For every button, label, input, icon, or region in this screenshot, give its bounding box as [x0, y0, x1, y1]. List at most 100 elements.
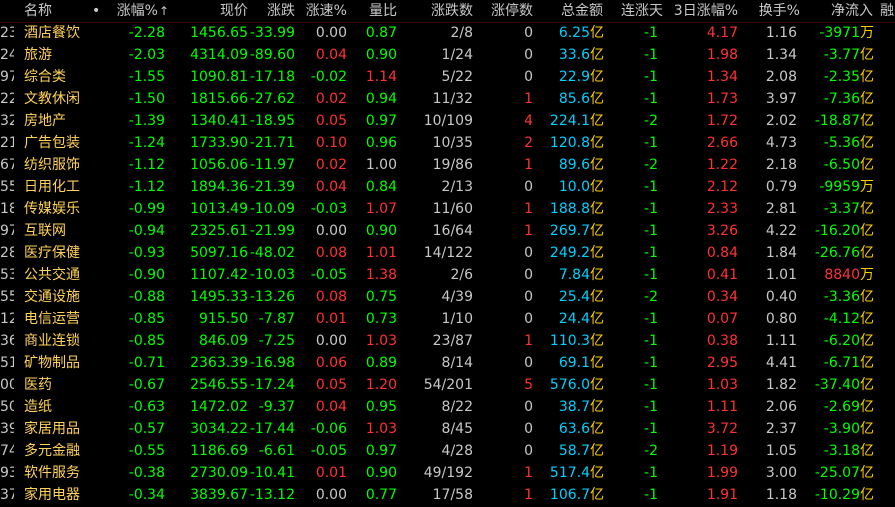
table-row[interactable]: 32 房地产 -1.39 1340.41 -18.95 0.05 0.97 10/109 4 -2…	[0, 110, 895, 132]
row-price: 2730.09	[190, 465, 248, 481]
col-header-margin[interactable]: 融	[880, 0, 895, 22]
table-row[interactable]: 39 家居用品 -0.57 3034.22 -17.44 -0.06 1.03 8/45 0 -1…	[0, 418, 895, 440]
row-code: 97	[0, 223, 14, 239]
col-header-diff[interactable]: 涨跌	[245, 0, 295, 22]
row-diff: -10.03	[249, 267, 295, 283]
row-diff: -21.71	[249, 135, 295, 151]
row-total-amount-value: 6.25	[558, 25, 590, 41]
row-total-amount-unit: 亿	[590, 69, 604, 85]
row-change-pct: -0.94	[128, 223, 165, 239]
row-speed: -0.02	[310, 69, 347, 85]
row-streak: -2	[644, 443, 658, 459]
col-header-price[interactable]: 现价	[170, 0, 248, 22]
col-header-speed[interactable]: 涨速%	[295, 0, 347, 22]
row-total-amount-unit: 亿	[590, 245, 604, 261]
row-total-amount-unit: 亿	[590, 487, 604, 503]
row-sector-name: 文教休闲	[24, 91, 80, 107]
row-streak: -1	[644, 399, 658, 415]
table-row[interactable]: 37 家用电器 -0.34 3839.67 -13.12 0.00 0.77 17/58 1 -1…	[0, 484, 895, 506]
table-row[interactable]: 93 软件服务 -0.38 2730.09 -10.41 0.01 0.90 49/192 1-…	[0, 462, 895, 484]
row-speed: 0.02	[315, 91, 347, 107]
table-row[interactable]: 53 公共交通 -0.90 1107.42 -10.03 -0.05 1.38 2/6 0 -1 0…	[0, 264, 895, 286]
table-row[interactable]: 24 旅游 -2.03 4314.09 -89.60 0.04 0.90 1/24 0 -1 1.9…	[0, 44, 895, 66]
row-total-amount-value: 24.4	[558, 311, 590, 327]
table-row[interactable]: 50 造纸 -0.63 1472.02 -9.37 0.04 0.95 8/22 0 -1 1.11…	[0, 396, 895, 418]
table-row[interactable]: 21 广告包装 -1.24 1733.90 -21.71 0.10 0.96 10/35 2 -1…	[0, 132, 895, 154]
row-total-amount: 269.7亿	[520, 220, 604, 242]
row-code: 22	[0, 91, 14, 107]
table-row[interactable]: 55 日用化工 -1.12 1894.36 -21.39 0.04 0.84 2/13 0 -1 2…	[0, 176, 895, 198]
table-row[interactable]: 18 传媒娱乐 -0.99 1013.49 -10.09 -0.03 1.07 11/60 1-…	[0, 198, 895, 220]
row-sector-name: 多元金融	[24, 443, 80, 459]
table-row[interactable]: 51 矿物制品 -0.71 2363.39 -16.98 0.06 0.89 8/14 0 -1 2…	[0, 352, 895, 374]
row-speed: 0.00	[315, 223, 347, 239]
row-net-inflow-unit: 亿	[860, 487, 874, 503]
row-streak: -1	[644, 465, 658, 481]
row-3day-change: 1.11	[706, 399, 738, 415]
row-net-inflow-value: -16.20	[814, 223, 860, 239]
row-total-amount: 33.6亿	[520, 44, 604, 66]
col-header-name[interactable]: 名称	[24, 0, 84, 22]
row-speed: 0.05	[315, 113, 347, 129]
table-row[interactable]: 00 医药 -0.67 2546.55 -17.24 0.05 1.20 54/201 5 -1 1…	[0, 374, 895, 396]
table-row[interactable]: 36 商业连锁 -0.85 846.09 -7.25 0.00 1.03 23/87 1 -1 0.…	[0, 330, 895, 352]
table-row[interactable]: 74 多元金融 -0.55 1186.69 -6.61 -0.05 0.97 4/28 0 -2 1…	[0, 440, 895, 462]
row-sector-name: 家居用品	[24, 421, 80, 437]
col-header-3day-change[interactable]: 3日涨幅%	[660, 0, 738, 22]
table-row[interactable]: 28 医疗保健 -0.93 5097.16 -48.02 0.08 1.01 14/122 0-…	[0, 242, 895, 264]
row-adv-decl: 1/24	[441, 47, 473, 63]
table-row[interactable]: 97 互联网 -0.94 2325.61 -21.99 0.00 0.90 16/64 1 -1 3…	[0, 220, 895, 242]
row-total-amount-unit: 亿	[590, 223, 604, 239]
row-price: 1472.02	[190, 399, 248, 415]
row-speed: 0.05	[315, 377, 347, 393]
row-volume-ratio: 0.90	[365, 223, 397, 239]
row-net-inflow: -37.40亿	[790, 374, 874, 396]
row-price: 1013.49	[190, 201, 248, 217]
col-header-turnover[interactable]: 换手%	[745, 0, 800, 22]
row-net-inflow-unit: 亿	[860, 245, 874, 261]
col-header-change-pct[interactable]: 涨幅%	[100, 0, 158, 22]
col-header-limit-up[interactable]: 涨停数	[475, 0, 533, 22]
row-net-inflow: 8840万	[790, 264, 874, 286]
row-volume-ratio: 1.00	[365, 157, 397, 173]
table-row[interactable]: 55 交通设施 -0.88 1495.33 -13.26 0.08 0.75 4/39 0 -2 0…	[0, 286, 895, 308]
table-row[interactable]: 97 综合类 -1.55 1090.81 -17.18 -0.02 1.14 5/22 0 -1 1…	[0, 66, 895, 88]
row-price: 1090.81	[190, 69, 248, 85]
row-adv-decl: 2/8	[450, 25, 473, 41]
row-price: 1495.33	[190, 289, 248, 305]
row-code: 00	[0, 377, 14, 393]
row-total-amount-unit: 亿	[590, 333, 604, 349]
row-total-amount-value: 224.1	[549, 113, 590, 129]
col-header-volume-ratio[interactable]: 量比	[350, 0, 397, 22]
row-change-pct: -0.57	[128, 421, 165, 437]
row-adv-decl: 49/192	[423, 465, 473, 481]
row-sector-name: 软件服务	[24, 465, 80, 481]
row-speed: 0.08	[315, 289, 347, 305]
row-price: 846.09	[199, 333, 248, 349]
row-total-amount-unit: 亿	[590, 465, 604, 481]
table-row[interactable]: 67 纺织服饰 -1.12 1056.06 -11.97 0.02 1.00 19/86 1 -2…	[0, 154, 895, 176]
row-volume-ratio: 1.03	[365, 333, 397, 349]
row-streak: -1	[644, 47, 658, 63]
row-volume-ratio: 1.03	[365, 421, 397, 437]
col-header-total-amount[interactable]: 总金额	[535, 0, 603, 22]
row-3day-change: 2.12	[706, 179, 738, 195]
col-header-streak[interactable]: 连涨天	[605, 0, 663, 22]
row-net-inflow: -5.36亿	[790, 132, 874, 154]
row-change-pct: -1.55	[128, 69, 165, 85]
row-total-amount-unit: 亿	[590, 157, 604, 173]
row-total-amount: 24.4亿	[520, 308, 604, 330]
table-row[interactable]: 23 酒店餐饮 -2.28 1456.65 -33.99 0.00 0.87 2/8 0 -1 4.…	[0, 22, 895, 44]
row-diff: -10.41	[249, 465, 295, 481]
col-header-adv-decl[interactable]: 涨跌数	[400, 0, 473, 22]
row-price: 5097.16	[190, 245, 248, 261]
row-net-inflow-unit: 万	[860, 267, 874, 283]
row-3day-change: 1.72	[706, 113, 738, 129]
row-net-inflow: -6.71亿	[790, 352, 874, 374]
table-row[interactable]: 12 电信运营 -0.85 915.50 -7.87 0.01 0.73 1/10 0 -1 0.0…	[0, 308, 895, 330]
row-volume-ratio: 0.90	[365, 465, 397, 481]
col-header-net-inflow[interactable]: 净流入	[815, 0, 873, 22]
table-row[interactable]: 22 文教休闲 -1.50 1815.66 -27.62 0.02 0.94 11/32 1 -1…	[0, 88, 895, 110]
row-change-pct: -2.03	[128, 47, 165, 63]
row-sector-name: 旅游	[24, 47, 52, 63]
